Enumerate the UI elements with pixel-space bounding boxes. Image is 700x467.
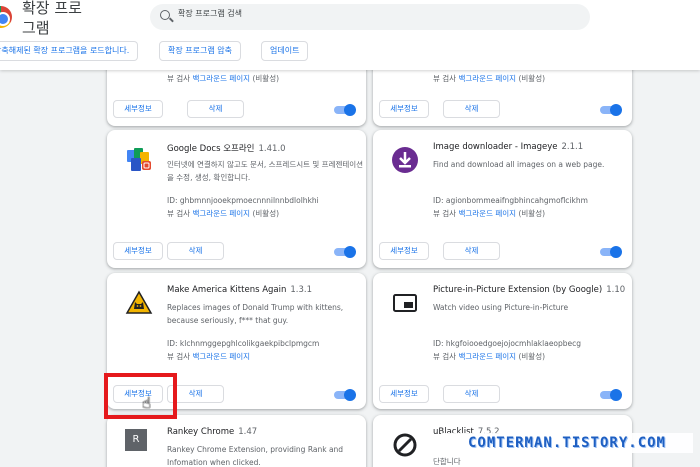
inspect-views: 뷰 검사 백그라운드 페이지 (비활성) xyxy=(433,352,546,361)
details-button[interactable]: 세부정보 xyxy=(113,100,163,118)
details-button[interactable]: 세부정보 xyxy=(379,242,429,260)
enable-toggle[interactable] xyxy=(334,389,356,401)
inspect-views: 뷰 검사 백그라운드 페이지 (비활성) xyxy=(167,74,280,83)
picture-in-picture-icon xyxy=(391,289,419,317)
load-unpacked-button[interactable]: 압축해제된 확장 프로그램을 로드합니다. xyxy=(0,41,139,61)
remove-button[interactable]: 삭제 xyxy=(443,385,500,403)
extension-name: Image downloader - Imageye 2.1.1 xyxy=(433,142,584,152)
block-icon xyxy=(391,431,419,459)
details-button[interactable]: 세부정보 xyxy=(379,385,429,403)
inspect-views: 뷰 검사 백그라운드 페이지 (비활성) xyxy=(167,209,280,218)
inspect-views: 뷰 검사 백그라운드 페이지 (비활성) xyxy=(433,74,546,83)
remove-button[interactable]: 삭제 xyxy=(167,242,224,260)
extension-description: Find and download all images on a web pa… xyxy=(433,160,605,169)
remove-button[interactable]: 삭제 xyxy=(443,242,500,260)
extension-description: Replaces images of Donald Trump with kit… xyxy=(167,303,344,325)
extension-description: Watch video using Picture-in-Picture xyxy=(433,303,569,312)
extension-card-rankey: R Rankey Chrome 1.47 Rankey Chrome Extens… xyxy=(107,415,366,467)
rankey-icon: R xyxy=(125,429,147,451)
background-page-link[interactable]: 백그라운드 페이지 xyxy=(458,209,516,218)
extension-description: 단합니다 xyxy=(433,457,461,466)
extension-name: Picture-in-Picture Extension (by Google)… xyxy=(433,285,626,295)
extension-description: 인터넷에 연결하지 않고도 문서, 스프레드시트 및 프레젠테이션을 수정, 생… xyxy=(167,160,364,182)
extension-card-image-downloader: Image downloader - Imageye 2.1.1 Find and… xyxy=(373,130,632,268)
watermark: COMTERMAN.TISTORY.COM xyxy=(441,433,693,453)
enable-toggle[interactable] xyxy=(600,246,622,258)
extension-id: ID: agionbommeaifngbhincahgmoflcikhm xyxy=(433,196,588,205)
hand-cursor-icon: ☝ xyxy=(142,394,152,412)
enable-toggle[interactable] xyxy=(600,389,622,401)
search-box[interactable] xyxy=(150,4,590,30)
remove-button[interactable]: 삭제 xyxy=(443,100,500,118)
extension-name: Google Docs 오프라인 1.41.0 xyxy=(167,144,286,154)
highlight-box xyxy=(104,373,177,419)
background-page-link[interactable]: 백그라운드 페이지 xyxy=(458,352,516,361)
extension-name: Rankey Chrome 1.47 xyxy=(167,427,258,437)
inspect-views: 뷰 검사 백그라운드 페이지 xyxy=(167,352,251,361)
background-page-link[interactable]: 백그라운드 페이지 xyxy=(192,74,250,83)
update-button[interactable]: 업데이트 xyxy=(261,41,309,61)
kitten-warning-icon xyxy=(125,289,153,317)
download-icon xyxy=(391,146,419,174)
chrome-logo-icon xyxy=(0,6,12,28)
search-input[interactable] xyxy=(178,9,578,18)
inspect-views: 뷰 검사 백그라운드 페이지 (비활성) xyxy=(433,209,546,218)
enable-toggle[interactable] xyxy=(334,104,356,116)
page-title: 확장 프로그램 xyxy=(22,0,82,37)
background-page-link[interactable]: 백그라운드 페이지 xyxy=(458,74,516,83)
search-icon xyxy=(160,10,170,20)
extension-id: ID: ghbmnnjooekpmoecnnnilnnbdlolhkhi xyxy=(167,196,319,205)
details-button[interactable]: 세부정보 xyxy=(113,242,163,260)
background-page-link[interactable]: 백그라운드 페이지 xyxy=(192,352,250,361)
enable-toggle[interactable] xyxy=(600,104,622,116)
extension-id: ID: hkgfoiooedgoejojocmhlaklaeopbecg xyxy=(433,339,582,348)
extension-id: ID: klchnmggepghlcolikgaekpibclpmgcm xyxy=(167,339,320,348)
extension-card-pip: Picture-in-Picture Extension (by Google)… xyxy=(373,273,632,409)
google-docs-offline-icon xyxy=(125,146,153,174)
details-button[interactable]: 세부정보 xyxy=(379,100,429,118)
enable-toggle[interactable] xyxy=(334,246,356,258)
remove-button[interactable]: 삭제 xyxy=(187,100,244,118)
background-page-link[interactable]: 백그라운드 페이지 xyxy=(192,209,250,218)
pack-extension-button[interactable]: 확장 프로그램 압축 xyxy=(159,41,241,61)
extension-name: Make America Kittens Again 1.3.1 xyxy=(167,285,313,295)
extension-description: Rankey Chrome Extension, providing Rank … xyxy=(167,445,344,467)
extension-card-google-docs: Google Docs 오프라인 1.41.0 인터넷에 연결하지 않고도 문서,… xyxy=(107,130,366,268)
page-header: 확장 프로그램 압축해제된 확장 프로그램을 로드합니다. 확장 프로그램 압축… xyxy=(0,0,700,70)
